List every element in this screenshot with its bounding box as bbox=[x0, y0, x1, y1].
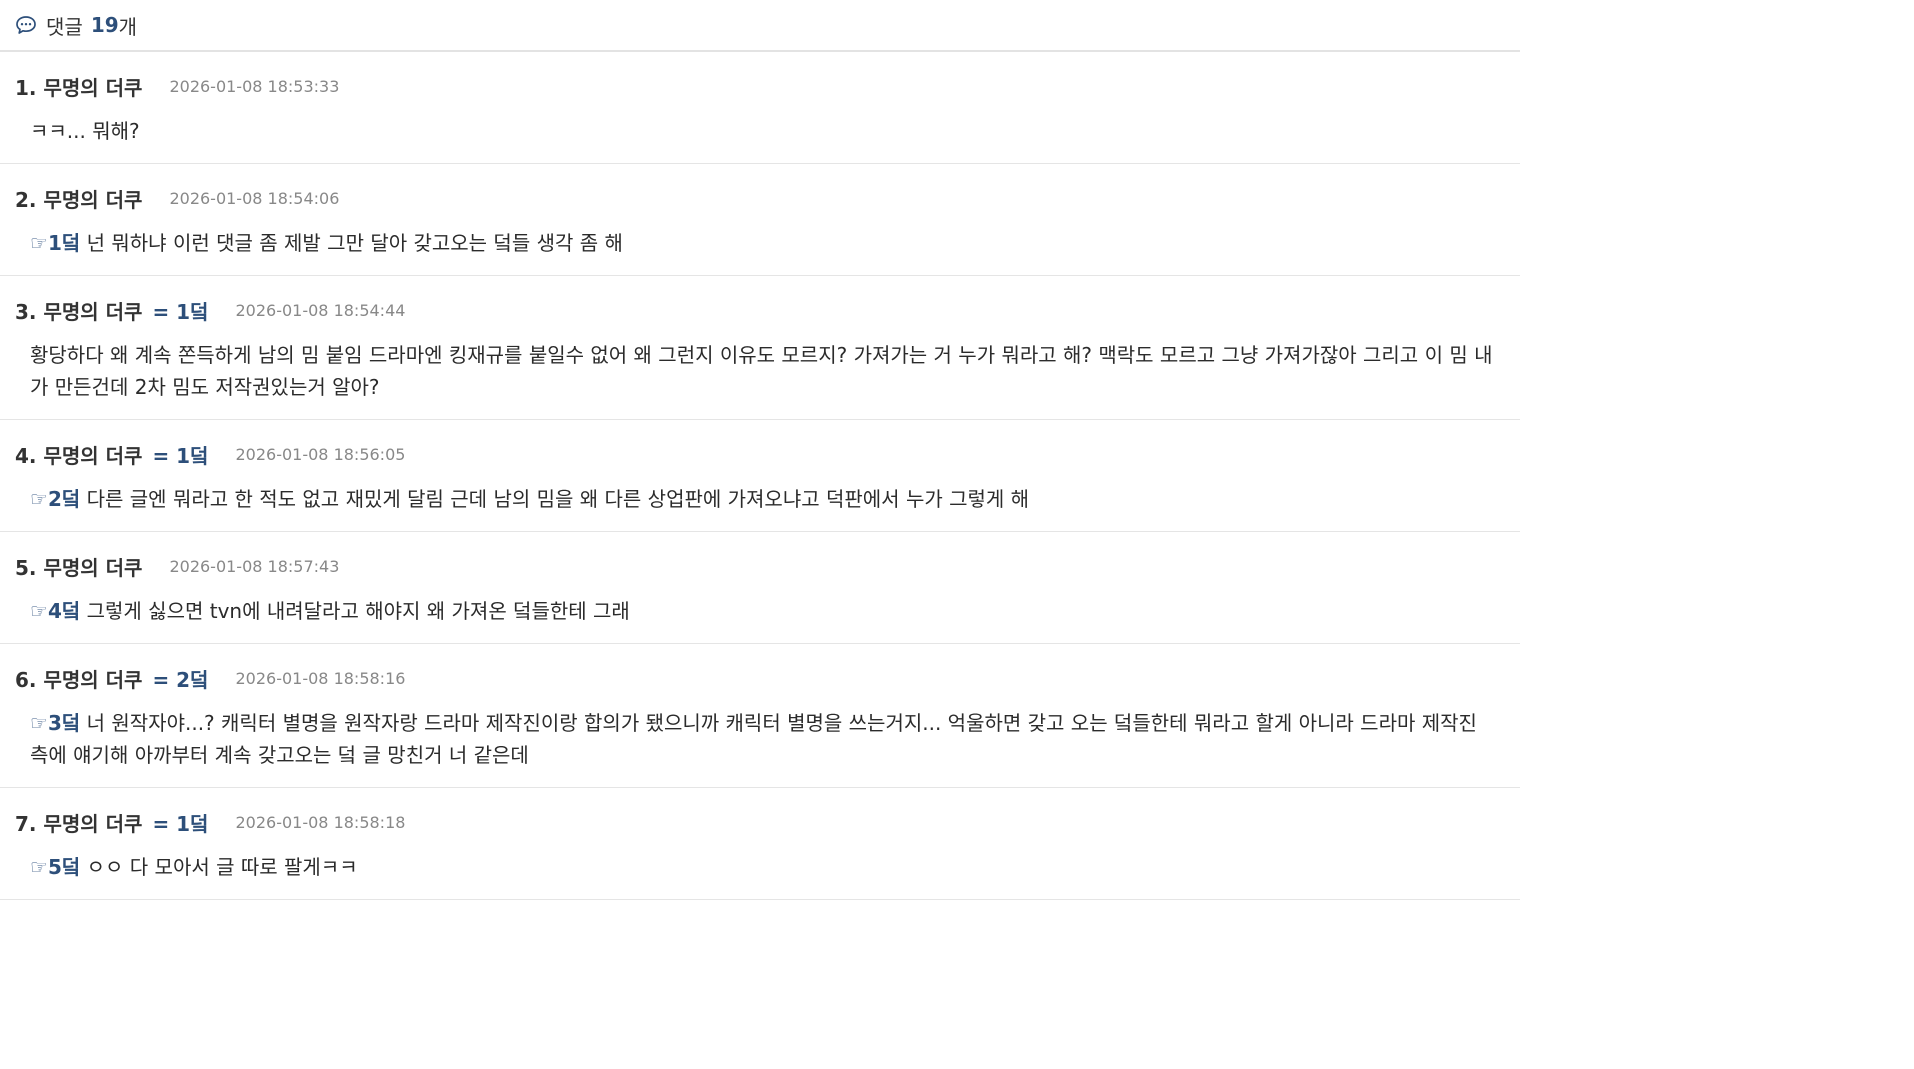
comment-timestamp: 2026-01-08 18:58:18 bbox=[235, 812, 406, 832]
comment-reply-to[interactable]: = 1덬 bbox=[152, 440, 208, 469]
comment-author-name: 무명의 더쿠 bbox=[43, 555, 143, 580]
comment-body: 황당하다 왜 계속 쫀득하게 남의 밈 붙임 드라마엔 킹재규를 붙일수 없어 … bbox=[15, 324, 1495, 419]
comment-author[interactable]: 3. 무명의 더쿠 bbox=[15, 296, 142, 325]
comment-text: 다른 글엔 뭐라고 한 적도 없고 재밌게 달림 근데 남의 밈을 왜 다른 상… bbox=[86, 487, 1030, 511]
comment-reply-to[interactable]: = 2덬 bbox=[152, 664, 208, 693]
comment-body: ☞1덬 넌 뭐하냐 이런 댓글 좀 제발 그만 달아 갖고오는 덬들 생각 좀 … bbox=[15, 212, 1495, 275]
comment-meta: 7. 무명의 더쿠 = 1덬 2026-01-08 18:58:18 bbox=[15, 788, 1495, 836]
comment-text: 넌 뭐하냐 이런 댓글 좀 제발 그만 달아 갖고오는 덬들 생각 좀 해 bbox=[86, 231, 623, 255]
comment-number: 6. bbox=[15, 667, 37, 692]
comment-timestamp: 2026-01-08 18:58:16 bbox=[235, 668, 406, 688]
comment-text: 그렇게 싫으면 tvn에 내려달라고 해야지 왜 가져온 덬들한테 그래 bbox=[86, 599, 630, 623]
comment-reference-label: 4덬 bbox=[47, 599, 81, 623]
comment-meta: 1. 무명의 더쿠 2026-01-08 18:53:33 bbox=[15, 52, 1495, 100]
comment-author-name: 무명의 더쿠 bbox=[43, 443, 143, 468]
comment-number: 1. bbox=[15, 75, 37, 100]
comment-count-suffix: 개 bbox=[118, 14, 138, 39]
comment-author[interactable]: 7. 무명의 더쿠 bbox=[15, 808, 142, 837]
comment-number: 5. bbox=[15, 555, 37, 580]
comment-meta: 6. 무명의 더쿠 = 2덬 2026-01-08 18:58:16 bbox=[15, 644, 1495, 692]
comment-reference-link[interactable]: ☞4덬 bbox=[30, 599, 80, 623]
comment-timestamp: 2026-01-08 18:57:43 bbox=[169, 556, 340, 576]
comment-text: ㅇㅇ 다 모아서 글 따로 팔게ㅋㅋ bbox=[86, 855, 358, 879]
comment-body: ☞2덬 다른 글엔 뭐라고 한 적도 없고 재밌게 달림 근데 남의 밈을 왜 … bbox=[15, 468, 1495, 531]
pointing-hand-icon: ☞ bbox=[30, 855, 48, 879]
comment-header-label: 댓글 bbox=[46, 14, 83, 39]
comment-body: ☞4덬 그렇게 싫으면 tvn에 내려달라고 해야지 왜 가져온 덬들한테 그래 bbox=[15, 580, 1495, 643]
comment-author[interactable]: 6. 무명의 더쿠 bbox=[15, 664, 142, 693]
comment-text: 너 원작자야...? 캐릭터 별명을 원작자랑 드라마 제작진이랑 합의가 됐으… bbox=[30, 711, 1477, 767]
comment-author[interactable]: 5. 무명의 더쿠 bbox=[15, 552, 142, 581]
comment-reply-to[interactable]: = 1덬 bbox=[152, 296, 208, 325]
comment-header: 댓글 19 개 bbox=[0, 0, 1520, 52]
comment-item: 2. 무명의 더쿠 2026-01-08 18:54:06 ☞1덬 넌 뭐하냐 … bbox=[0, 164, 1520, 276]
comment-author-name: 무명의 더쿠 bbox=[43, 667, 143, 692]
comment-reference-label: 2덬 bbox=[47, 487, 81, 511]
comment-item: 7. 무명의 더쿠 = 1덬 2026-01-08 18:58:18 ☞5덬 ㅇ… bbox=[0, 788, 1520, 900]
pointing-hand-icon: ☞ bbox=[30, 231, 48, 255]
comment-timestamp: 2026-01-08 18:54:44 bbox=[235, 300, 406, 320]
comment-author[interactable]: 1. 무명의 더쿠 bbox=[15, 72, 142, 101]
comment-text: ㅋㅋ... 뭐해? bbox=[30, 119, 140, 143]
comment-body: ㅋㅋ... 뭐해? bbox=[15, 100, 1495, 163]
comment-author[interactable]: 2. 무명의 더쿠 bbox=[15, 184, 142, 213]
comment-meta: 3. 무명의 더쿠 = 1덬 2026-01-08 18:54:44 bbox=[15, 276, 1495, 324]
comment-text: 황당하다 왜 계속 쫀득하게 남의 밈 붙임 드라마엔 킹재규를 붙일수 없어 … bbox=[30, 343, 1493, 399]
comment-list: 1. 무명의 더쿠 2026-01-08 18:53:33 ㅋㅋ... 뭐해? … bbox=[0, 52, 1520, 900]
pointing-hand-icon: ☞ bbox=[30, 599, 48, 623]
comment-author-name: 무명의 더쿠 bbox=[43, 811, 143, 836]
pointing-hand-icon: ☞ bbox=[30, 487, 48, 511]
comment-item: 1. 무명의 더쿠 2026-01-08 18:53:33 ㅋㅋ... 뭐해? bbox=[0, 52, 1520, 164]
comment-section: 댓글 19 개 1. 무명의 더쿠 2026-01-08 18:53:33 ㅋㅋ… bbox=[0, 0, 1520, 900]
comment-item: 4. 무명의 더쿠 = 1덬 2026-01-08 18:56:05 ☞2덬 다… bbox=[0, 420, 1520, 532]
comment-number: 7. bbox=[15, 811, 37, 836]
comment-timestamp: 2026-01-08 18:53:33 bbox=[169, 76, 340, 96]
comment-body: ☞3덬 너 원작자야...? 캐릭터 별명을 원작자랑 드라마 제작진이랑 합의… bbox=[15, 692, 1495, 787]
comment-author-name: 무명의 더쿠 bbox=[43, 75, 143, 100]
comment-reference-link[interactable]: ☞1덬 bbox=[30, 231, 80, 255]
comment-reference-link[interactable]: ☞5덬 bbox=[30, 855, 80, 879]
comment-number: 2. bbox=[15, 187, 37, 212]
comment-author-name: 무명의 더쿠 bbox=[43, 299, 143, 324]
comment-reply-to[interactable]: = 1덬 bbox=[152, 808, 208, 837]
comment-author[interactable]: 4. 무명의 더쿠 bbox=[15, 440, 142, 469]
comment-reference-label: 3덬 bbox=[47, 711, 81, 735]
comment-timestamp: 2026-01-08 18:54:06 bbox=[169, 188, 340, 208]
comment-author-name: 무명의 더쿠 bbox=[43, 187, 143, 212]
comment-reference-label: 5덬 bbox=[47, 855, 81, 879]
speech-bubble-icon bbox=[15, 14, 37, 36]
comment-reference-label: 1덬 bbox=[47, 231, 81, 255]
comment-reference-link[interactable]: ☞2덬 bbox=[30, 487, 80, 511]
comment-meta: 4. 무명의 더쿠 = 1덬 2026-01-08 18:56:05 bbox=[15, 420, 1495, 468]
comment-number: 4. bbox=[15, 443, 37, 468]
comment-timestamp: 2026-01-08 18:56:05 bbox=[235, 444, 406, 464]
comment-item: 6. 무명의 더쿠 = 2덬 2026-01-08 18:58:16 ☞3덬 너… bbox=[0, 644, 1520, 788]
pointing-hand-icon: ☞ bbox=[30, 711, 48, 735]
comment-reference-link[interactable]: ☞3덬 bbox=[30, 711, 80, 735]
comment-item: 3. 무명의 더쿠 = 1덬 2026-01-08 18:54:44 황당하다 … bbox=[0, 276, 1520, 420]
comment-item: 5. 무명의 더쿠 2026-01-08 18:57:43 ☞4덬 그렇게 싫으… bbox=[0, 532, 1520, 644]
comment-body: ☞5덬 ㅇㅇ 다 모아서 글 따로 팔게ㅋㅋ bbox=[15, 836, 1495, 899]
comment-meta: 5. 무명의 더쿠 2026-01-08 18:57:43 bbox=[15, 532, 1495, 580]
comment-number: 3. bbox=[15, 299, 37, 324]
comment-count: 19 bbox=[90, 13, 119, 37]
comment-meta: 2. 무명의 더쿠 2026-01-08 18:54:06 bbox=[15, 164, 1495, 212]
